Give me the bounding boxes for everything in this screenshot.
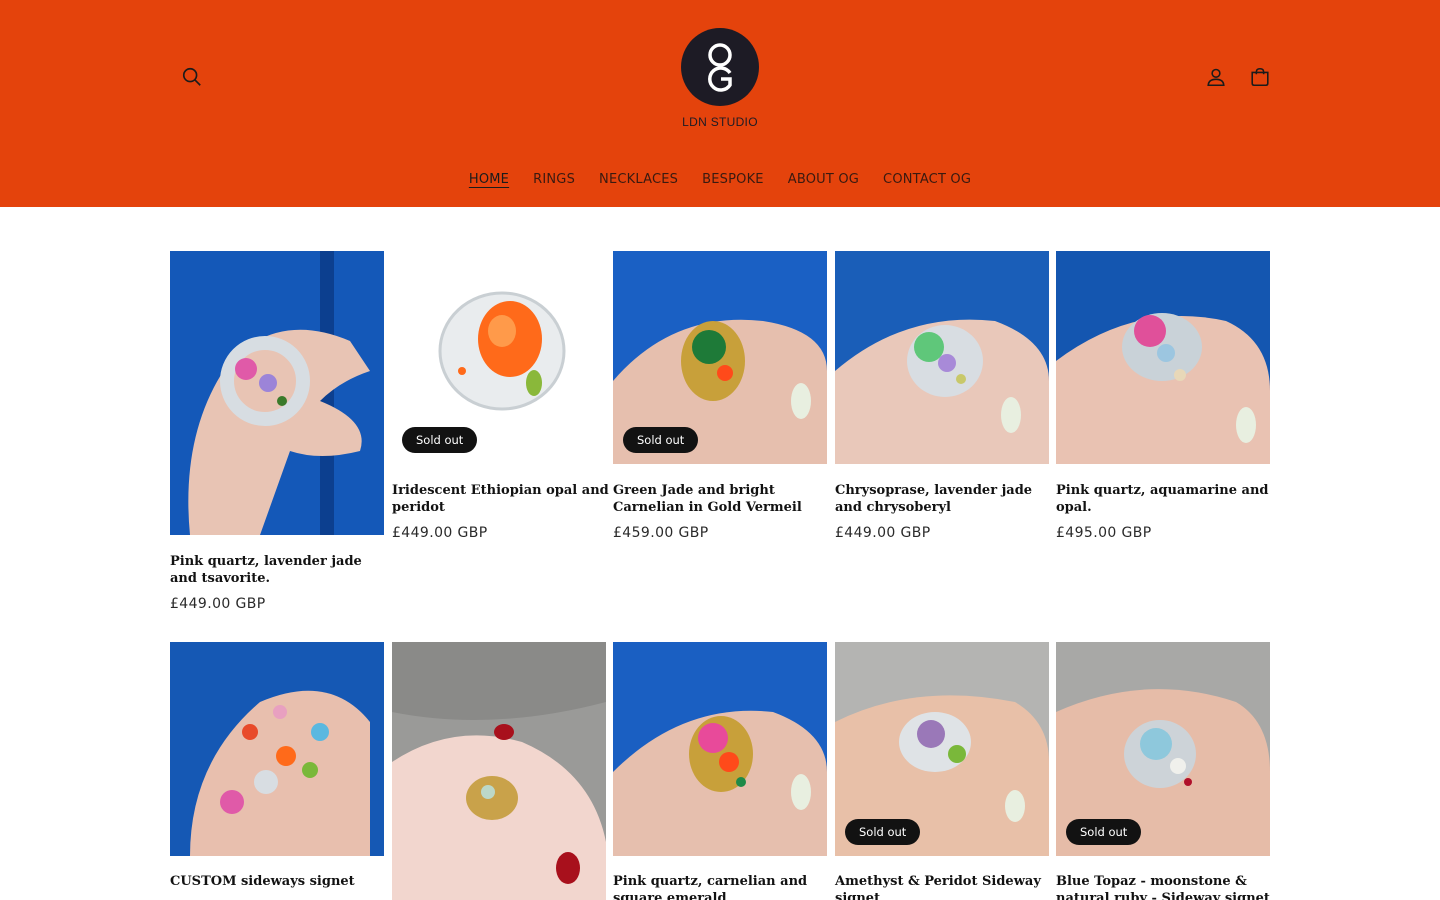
product-image[interactable]: Sold out bbox=[835, 642, 1049, 856]
product-price: £449.00 GBP bbox=[392, 525, 488, 541]
nav-item-contact[interactable]: CONTACT OG bbox=[871, 172, 983, 187]
sold-out-badge: Sold out bbox=[402, 427, 478, 453]
sold-out-badge: Sold out bbox=[623, 427, 699, 453]
product-title[interactable]: Pink quartz, aquamarine and opal. bbox=[1056, 482, 1274, 516]
nav-item-bespoke[interactable]: BESPOKE bbox=[690, 172, 776, 187]
product-image[interactable] bbox=[613, 642, 827, 856]
cart-icon bbox=[1251, 67, 1269, 87]
product-image[interactable]: Sold out bbox=[392, 251, 606, 464]
product-title[interactable]: Iridescent Ethiopian opal and peridot bbox=[392, 482, 610, 516]
product-title[interactable]: Amethyst & Peridot Sideway signet bbox=[835, 873, 1053, 900]
account-icon bbox=[1207, 68, 1225, 87]
product-image[interactable]: Sold out bbox=[1056, 642, 1270, 856]
product-image[interactable] bbox=[170, 251, 384, 535]
product-title[interactable]: Pink quartz, carnelian and square emeral… bbox=[613, 873, 831, 900]
product-title[interactable]: Green Jade and bright Carnelian in Gold … bbox=[613, 482, 831, 516]
product-image[interactable]: Sold out bbox=[613, 251, 827, 464]
logo-mark bbox=[681, 28, 759, 106]
product-image[interactable] bbox=[835, 251, 1049, 464]
search-icon bbox=[182, 67, 201, 86]
product-price: £495.00 GBP bbox=[1056, 525, 1152, 541]
product-price: £449.00 GBP bbox=[835, 525, 931, 541]
cart-button[interactable] bbox=[1240, 57, 1280, 97]
sold-out-badge: Sold out bbox=[1066, 819, 1142, 845]
product-price: £459.00 GBP bbox=[613, 525, 709, 541]
account-button[interactable] bbox=[1196, 57, 1236, 97]
site-header: LDN STUDIO HOME RINGS NECKLACES BESPOKE … bbox=[0, 0, 1440, 207]
product-title[interactable]: CUSTOM sideways signet bbox=[170, 873, 388, 890]
product-title[interactable]: Blue Topaz - moonstone & natural ruby - … bbox=[1056, 873, 1274, 900]
og-monogram-icon bbox=[708, 43, 732, 92]
product-image[interactable] bbox=[170, 642, 384, 856]
nav-item-about[interactable]: ABOUT OG bbox=[776, 172, 871, 187]
product-price: £449.00 GBP bbox=[170, 596, 266, 612]
nav-item-necklaces[interactable]: NECKLACES bbox=[587, 172, 690, 187]
nav-item-rings[interactable]: RINGS bbox=[521, 172, 587, 187]
store-logo[interactable]: LDN STUDIO bbox=[670, 22, 770, 134]
nav-item-home[interactable]: HOME bbox=[457, 172, 521, 187]
search-button[interactable] bbox=[172, 57, 212, 97]
logo-text: LDN STUDIO bbox=[682, 115, 758, 129]
main-nav: HOME RINGS NECKLACES BESPOKE ABOUT OG CO… bbox=[0, 172, 1440, 187]
sold-out-badge: Sold out bbox=[845, 819, 921, 845]
product-title[interactable]: Pink quartz, lavender jade and tsavorite… bbox=[170, 553, 388, 587]
product-title[interactable]: Chrysoprase, lavender jade and chrysober… bbox=[835, 482, 1053, 516]
product-image[interactable] bbox=[1056, 251, 1270, 464]
product-image[interactable] bbox=[392, 642, 606, 900]
